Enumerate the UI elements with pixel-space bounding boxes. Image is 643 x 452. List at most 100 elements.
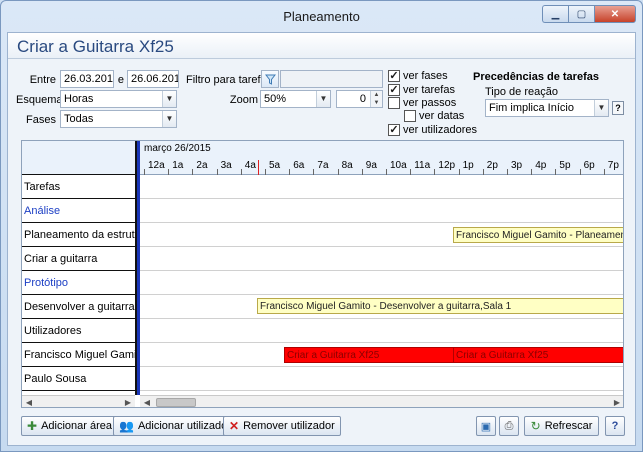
hour-label: 3p [511, 160, 523, 171]
help-circle-icon: ? [611, 420, 619, 432]
row-header-scrollbar[interactable]: ◀ ▶ [22, 395, 135, 407]
hour-label: 2a [196, 160, 208, 171]
fases-value: Todas [64, 113, 94, 125]
add-user-icon: 👥 [119, 419, 134, 433]
hour-tick [337, 169, 339, 175]
hour-tick [361, 169, 363, 175]
scroll-left-icon[interactable]: ◀ [22, 396, 36, 407]
hour-tick [386, 169, 387, 175]
export-button[interactable]: ▣ [476, 416, 496, 436]
adicionar-utilizador-button[interactable]: 👥 Adicionar utilizador [113, 416, 237, 436]
zoom-select[interactable]: 50% ▼ [260, 90, 331, 108]
e-label: e [117, 74, 124, 86]
scroll-left-icon[interactable]: ◀ [140, 396, 154, 407]
info-button[interactable]: ? [605, 416, 625, 436]
gantt-row-header[interactable]: Paulo Sousa [22, 367, 135, 391]
gantt-row-header[interactable]: Utilizadores [22, 319, 135, 343]
checkbox-ver-tarefas[interactable]: ✓ ver tarefas [388, 84, 455, 96]
gantt-row-header[interactable]: Tarefas [22, 175, 135, 199]
checkbox-ver-passos[interactable]: ver passos [388, 97, 456, 109]
page-title: Criar a Guitarra Xf25 [8, 33, 635, 59]
scroll-right-icon[interactable]: ▶ [121, 396, 135, 407]
gantt-row-header[interactable]: Desenvolver a guitarra [22, 295, 135, 319]
hour-label: 12p [438, 160, 456, 171]
close-icon: ✕ [610, 8, 620, 20]
hour-label: 5p [559, 160, 571, 171]
gantt-row-header[interactable]: Planeamento da estrut... [22, 223, 135, 247]
esquema-select[interactable]: Horas ▼ [60, 90, 177, 108]
hour-tick [192, 169, 194, 175]
checkbox-ver-utilizadores[interactable]: ✓ ver utilizadores [388, 124, 477, 136]
add-area-icon: ✚ [27, 419, 38, 433]
gantt-row-header[interactable]: Protótipo [22, 271, 135, 295]
bar-label: Criar a Guitarra Xf25 [456, 350, 549, 361]
zoom-stepper[interactable]: 0 ▲ ▼ [336, 90, 383, 108]
filter-button[interactable] [261, 70, 279, 88]
printer-icon: ⎙ [504, 419, 514, 432]
refrescar-button[interactable]: ↻ Refrescar [524, 416, 599, 436]
row-line [140, 222, 623, 223]
task-bar-francisco-1[interactable]: Criar a Guitarra Xf25 [284, 347, 454, 363]
timeline-scrollbar[interactable]: ◀ ▶ [140, 395, 623, 407]
filter-input[interactable] [280, 70, 383, 88]
hour-tick [507, 169, 508, 175]
date-to-input[interactable]: 26.06.2015 [127, 70, 179, 88]
maximize-icon: ▢ [576, 8, 587, 20]
row-line [140, 246, 623, 247]
hour-tick [216, 169, 218, 175]
print-button[interactable]: ⎙ [499, 416, 519, 436]
checkbox-label: ver datas [419, 110, 465, 122]
hour-label: 1a [172, 160, 184, 171]
task-bar-desenvolver[interactable]: Francisco Miguel Gamito - Desenvolver a … [257, 298, 623, 314]
gantt-row-header[interactable]: Análise [22, 199, 135, 223]
adicionar-area-button[interactable]: ✚ Adicionar área [21, 416, 118, 436]
gantt-row-header[interactable]: Francisco Miguel Gami... [22, 343, 135, 367]
esquema-value: Horas [64, 93, 94, 105]
zoom-value: 50% [264, 93, 287, 105]
hour-label: 1p [462, 160, 474, 171]
date-from-input[interactable]: 26.03.2015 [60, 70, 114, 88]
scroll-right-icon[interactable]: ▶ [610, 396, 623, 407]
esquema-label: Esquema [16, 94, 63, 106]
chevron-down-icon: ▼ [594, 100, 608, 116]
remover-utilizador-button[interactable]: ✕ Remover utilizador [223, 416, 341, 436]
fases-select[interactable]: Todas ▼ [60, 110, 177, 128]
check-icon: ✓ [388, 84, 400, 96]
gantt-row-header[interactable]: Criar a guitarra [22, 247, 135, 271]
checkbox-ver-datas[interactable]: ver datas [404, 110, 464, 122]
zoom-label: Zoom [229, 94, 258, 106]
task-bar-francisco-2[interactable]: Criar a Guitarra Xf25 [453, 347, 623, 363]
maximize-button[interactable]: ▢ [568, 5, 594, 23]
hour-tick [555, 169, 557, 175]
close-button[interactable]: ✕ [594, 5, 636, 23]
help-button[interactable]: ? [612, 101, 624, 115]
button-label: Refrescar [544, 420, 593, 432]
task-bar-planeamento[interactable]: Francisco Miguel Gamito - Planeamento da… [453, 227, 623, 243]
minimize-button[interactable]: ▁ [542, 5, 568, 23]
row-line [140, 366, 623, 367]
checkbox-ver-fases[interactable]: ✓ ver fases [388, 70, 448, 82]
spin-arrows-icon[interactable]: ▲ ▼ [370, 91, 382, 107]
remove-x-icon: ✕ [229, 419, 240, 433]
month-label: março 26/2015 [144, 143, 211, 154]
title-bar[interactable]: Planeamento ▁ ▢ ✕ [1, 1, 642, 31]
button-label: Remover utilizador [243, 420, 335, 432]
filtro-label: Filtro para tarefas [186, 74, 273, 86]
planeamento-window: Planeamento ▁ ▢ ✕ Criar a Guitarra Xf25 … [0, 0, 643, 452]
scroll-thumb[interactable] [156, 398, 196, 407]
hour-tick [482, 169, 484, 175]
tipo-reacao-select[interactable]: Fim implica Início ▼ [485, 99, 609, 117]
hour-tick [531, 169, 533, 175]
chevron-down-icon: ▼ [316, 91, 330, 107]
unchecked-box-icon [388, 97, 400, 109]
tipo-reacao-value: Fim implica Início [489, 102, 574, 114]
hour-label: 5a [269, 160, 281, 171]
checkbox-label: ver tarefas [403, 84, 455, 96]
hour-tick [240, 169, 242, 175]
hour-label: 6p [583, 160, 595, 171]
row-line [140, 342, 623, 343]
button-label: Adicionar área [41, 420, 112, 432]
check-icon: ✓ [388, 124, 400, 136]
chevron-down-icon: ▼ [162, 91, 176, 107]
hour-label: 4p [535, 160, 547, 171]
